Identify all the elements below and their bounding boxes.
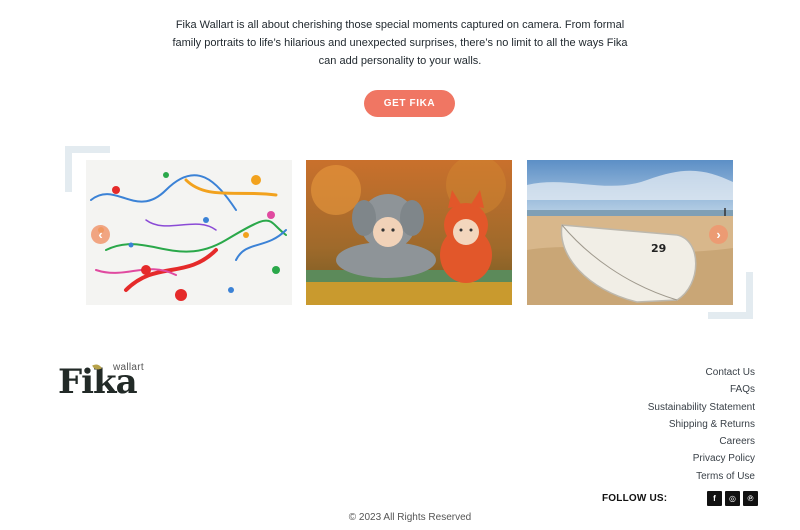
link-faqs[interactable]: FAQs: [648, 381, 755, 398]
link-sustainability-statement[interactable]: Sustainability Statement: [648, 399, 755, 416]
copyright-text: © 2023 All Rights Reserved: [348, 512, 472, 523]
link-terms-of-use[interactable]: Terms of Use: [648, 468, 755, 485]
slide-babies-costumes[interactable]: [306, 160, 512, 305]
link-privacy-policy[interactable]: Privacy Policy: [648, 450, 755, 467]
boat-number: 29: [651, 242, 666, 255]
get-fika-button[interactable]: GET FIKA: [364, 90, 455, 117]
link-shipping-returns[interactable]: Shipping & Returns: [648, 416, 755, 433]
logo-subtitle: wallart: [113, 362, 144, 373]
footer-links: Contact Us FAQs Sustainability Statement…: [648, 364, 755, 485]
link-contact-us[interactable]: Contact Us: [648, 364, 755, 381]
facebook-icon[interactable]: f: [707, 491, 722, 506]
instagram-icon[interactable]: ◎: [725, 491, 740, 506]
follow-us-label: FOLLOW US:: [602, 493, 668, 504]
slide-boat-beach[interactable]: 29: [527, 160, 733, 305]
chevron-left-icon[interactable]: ‹: [91, 225, 110, 244]
intro-text: Fika Wallart is all about cherishing tho…: [172, 19, 628, 67]
slide-paint-splatter[interactable]: [86, 160, 292, 305]
pinterest-icon[interactable]: ℗: [743, 491, 758, 506]
fika-logo[interactable]: Fika wallart: [58, 362, 158, 402]
chevron-right-icon[interactable]: ›: [709, 225, 728, 244]
link-careers[interactable]: Careers: [648, 433, 755, 450]
